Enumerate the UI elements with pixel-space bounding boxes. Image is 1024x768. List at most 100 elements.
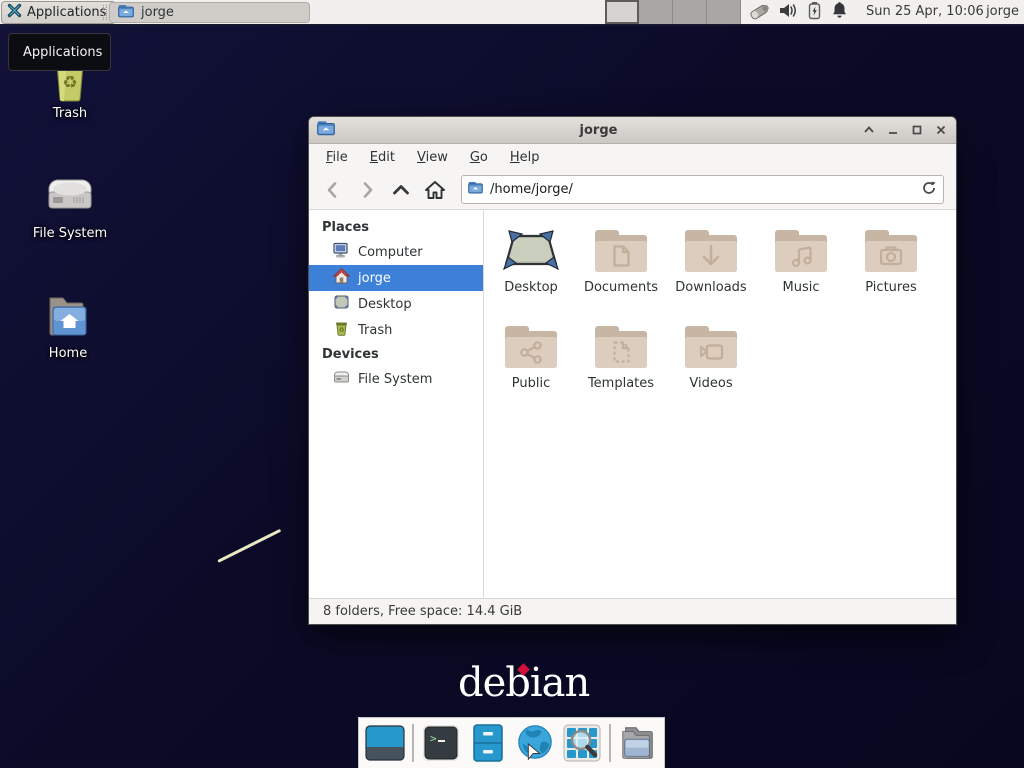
drive-small-icon <box>333 369 350 389</box>
application-finder-icon[interactable] <box>562 722 602 764</box>
web-browser-icon[interactable] <box>515 722 555 764</box>
file-templates[interactable]: Templates <box>576 323 666 419</box>
folder-window-icon <box>118 4 134 22</box>
desktop-icon-home[interactable]: Home <box>8 292 128 361</box>
desktop-icon-label: Home <box>8 346 128 361</box>
svg-text:♻: ♻ <box>62 73 77 93</box>
xfce-menu-icon <box>7 3 22 22</box>
menu-go[interactable]: Go <box>461 147 497 168</box>
folder-videos-icon <box>683 323 739 371</box>
sidebar-item-trash[interactable]: ♻ Trash <box>309 317 483 343</box>
forward-icon[interactable] <box>353 176 381 204</box>
location-bar[interactable]: /home/jorge/ <box>461 175 944 204</box>
close-icon[interactable] <box>934 123 948 137</box>
path-folder-icon <box>468 181 483 198</box>
trash-small-icon: ♻ <box>333 320 350 340</box>
sidebar-item-computer[interactable]: Computer <box>309 239 483 265</box>
applications-menu-button[interactable]: Applications <box>1 1 116 24</box>
tooltip-text: Applications <box>23 45 102 60</box>
clock[interactable]: Sun 25 Apr, 10:06 <box>866 0 984 24</box>
applications-menu-label: Applications <box>27 5 106 20</box>
desktop-icon-label: File System <box>10 226 130 241</box>
file-name: Templates <box>588 376 654 391</box>
file-music[interactable]: Music <box>756 227 846 323</box>
sidebar-item-file-system[interactable]: File System <box>309 366 483 392</box>
folder-music-icon <box>773 227 829 275</box>
file-name: Public <box>512 376 550 391</box>
workspace-switcher[interactable] <box>605 0 741 26</box>
menubar: File Edit View Go Help <box>309 144 956 170</box>
workspace-4[interactable] <box>707 0 741 24</box>
menu-file[interactable]: File <box>317 147 357 168</box>
folder-contents-view[interactable]: Desktop Documents <box>484 210 956 598</box>
workspace-3[interactable] <box>673 0 707 24</box>
computer-icon <box>333 242 350 262</box>
file-public[interactable]: Public <box>486 323 576 419</box>
dock-panel: > <box>358 717 665 768</box>
folder-templates-icon <box>593 323 649 371</box>
panel-username[interactable]: jorge <box>986 0 1019 24</box>
folder-documents-icon <box>593 227 649 275</box>
maximize-icon[interactable] <box>910 123 924 137</box>
window-title: jorge <box>335 123 862 138</box>
show-desktop-icon[interactable] <box>365 722 405 764</box>
home-icon <box>333 268 350 288</box>
file-manager-window: jorge File Edit View Go Help <box>308 116 957 625</box>
titlebar[interactable]: jorge <box>309 117 956 144</box>
menu-help[interactable]: Help <box>501 147 549 168</box>
sidebar-item-label: Computer <box>358 245 423 260</box>
file-downloads[interactable]: Downloads <box>666 227 756 323</box>
desktop-scribble-line <box>217 529 281 563</box>
sidebar-item-label: Desktop <box>358 297 412 312</box>
notifications-bell-icon[interactable] <box>831 1 848 23</box>
workspace-1[interactable] <box>605 0 639 24</box>
battery-charging-icon[interactable] <box>807 1 822 24</box>
svg-text:♻: ♻ <box>339 326 345 334</box>
top-panel: Applications jorge <box>0 0 1024 26</box>
desktop-icon-label: Trash <box>10 106 130 121</box>
system-tray <box>748 0 848 24</box>
sidebar-item-label: jorge <box>358 271 391 286</box>
sidebar-item-desktop[interactable]: Desktop <box>309 291 483 317</box>
file-videos[interactable]: Videos <box>666 323 756 419</box>
taskbar-window-button[interactable]: jorge <box>109 2 310 23</box>
file-name: Documents <box>584 280 658 295</box>
menu-view[interactable]: View <box>408 147 457 168</box>
status-text: 8 folders, Free space: 14.4 GiB <box>323 604 522 619</box>
desktop-small-icon <box>333 294 350 314</box>
file-name: Downloads <box>675 280 746 295</box>
menu-edit[interactable]: Edit <box>361 147 404 168</box>
sidebar-item-jorge[interactable]: jorge <box>309 265 483 291</box>
workspace-2[interactable] <box>639 0 673 24</box>
window-folder-icon <box>317 120 335 140</box>
sidebar: Places Computer <box>309 210 484 598</box>
taskbar-window-label: jorge <box>141 5 174 20</box>
file-manager-folder-icon[interactable] <box>618 722 658 764</box>
desktop-icon-file-system[interactable]: File System <box>10 172 130 241</box>
status-bar: 8 folders, Free space: 14.4 GiB <box>309 598 956 624</box>
terminal-icon[interactable]: > <box>421 722 461 764</box>
location-path[interactable]: /home/jorge/ <box>490 182 914 197</box>
back-icon[interactable] <box>319 176 347 204</box>
applications-tooltip: Applications <box>8 33 111 71</box>
minimize-icon[interactable] <box>886 123 900 137</box>
file-pictures[interactable]: Pictures <box>846 227 936 323</box>
file-desktop[interactable]: Desktop <box>486 227 576 323</box>
rollup-icon[interactable] <box>862 123 876 137</box>
toolbar: /home/jorge/ <box>309 170 956 210</box>
sidebar-item-label: File System <box>358 372 432 387</box>
file-name: Videos <box>689 376 732 391</box>
file-cabinet-icon[interactable] <box>468 722 508 764</box>
home-icon[interactable] <box>421 176 449 204</box>
dock-separator <box>609 724 611 762</box>
tablet-tool-icon[interactable] <box>748 0 770 24</box>
panel-grip[interactable] <box>103 5 107 20</box>
folder-pictures-icon <box>863 227 919 275</box>
desktop: Applications jorge <box>0 0 1024 768</box>
reload-icon[interactable] <box>921 180 937 200</box>
file-documents[interactable]: Documents <box>576 227 666 323</box>
debian-logo: debian <box>458 660 589 706</box>
volume-icon[interactable] <box>779 2 798 23</box>
svg-text:>: > <box>430 732 437 745</box>
up-icon[interactable] <box>387 176 415 204</box>
